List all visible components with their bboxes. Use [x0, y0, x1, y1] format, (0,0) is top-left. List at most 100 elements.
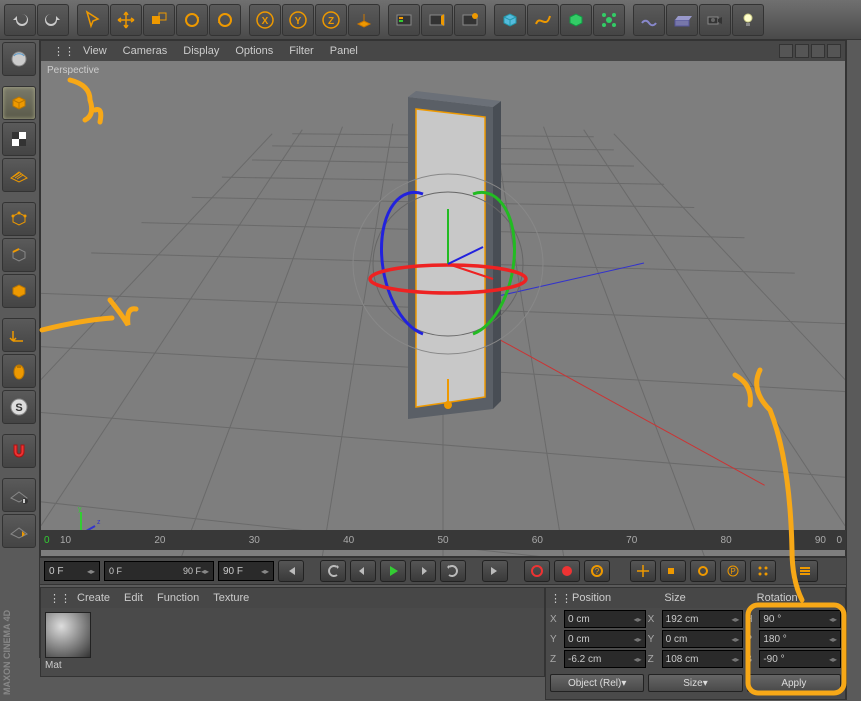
key-scale-button[interactable] — [660, 560, 686, 582]
deformer-button[interactable] — [593, 4, 625, 36]
move-tool[interactable] — [110, 4, 142, 36]
texture-mode-button[interactable] — [2, 122, 36, 156]
next-key-button[interactable] — [440, 560, 466, 582]
redo-button[interactable] — [37, 4, 69, 36]
last-tool[interactable] — [209, 4, 241, 36]
size-mode-dropdown[interactable]: Size ▾ — [648, 674, 742, 692]
floor-button[interactable] — [666, 4, 698, 36]
mat-function-menu[interactable]: Function — [157, 592, 199, 604]
sz-label: Z — [648, 654, 660, 665]
model-mode-button[interactable] — [2, 86, 36, 120]
panel-grip-icon[interactable]: ⋮⋮ — [550, 592, 564, 605]
pos-y-field[interactable]: 0 cm◂▸ — [564, 630, 646, 648]
scale-tool[interactable] — [143, 4, 175, 36]
goto-end-button[interactable] — [482, 560, 508, 582]
mat-create-menu[interactable]: Create — [77, 592, 110, 604]
size-z-field[interactable]: 108 cm◂▸ — [662, 650, 744, 668]
workplane-snap-button[interactable] — [2, 478, 36, 512]
key-pos-button[interactable] — [630, 560, 656, 582]
current-frame-field[interactable]: 0 F◂▸ — [44, 561, 100, 581]
key-pla-button[interactable] — [750, 560, 776, 582]
vp-orbit-icon[interactable] — [811, 44, 825, 58]
rot-h-field[interactable]: 90 °◂▸ — [759, 610, 841, 628]
pos-x-field[interactable]: 0 cm◂▸ — [564, 610, 646, 628]
tweak-mode-button[interactable] — [2, 354, 36, 388]
panel-menu[interactable]: Panel — [330, 45, 358, 57]
top-toolbar: X Y Z — [0, 0, 861, 40]
snap-button[interactable]: S — [2, 390, 36, 424]
pos-z-field[interactable]: -6.2 cm◂▸ — [564, 650, 646, 668]
spline-button[interactable] — [527, 4, 559, 36]
coord-system-button[interactable] — [348, 4, 380, 36]
material-name[interactable]: Mat — [45, 660, 540, 671]
apply-button[interactable]: Apply — [747, 674, 841, 692]
render-view-button[interactable] — [388, 4, 420, 36]
prev-key-button[interactable] — [320, 560, 346, 582]
range-slider[interactable]: 0 F90 F◂▸ — [104, 561, 214, 581]
axis-mode-button[interactable] — [2, 318, 36, 352]
y-label: Y — [550, 634, 562, 645]
coord-mode-dropdown[interactable]: Object (Rel) ▾ — [550, 674, 644, 692]
z-axis-lock[interactable]: Z — [315, 4, 347, 36]
x-axis-lock[interactable]: X — [249, 4, 281, 36]
display-menu[interactable]: Display — [183, 45, 219, 57]
locked-workplane-button[interactable] — [2, 514, 36, 548]
cameras-menu[interactable]: Cameras — [123, 45, 168, 57]
vp-zoom-icon[interactable] — [795, 44, 809, 58]
filter-menu[interactable]: Filter — [289, 45, 313, 57]
key-param-button[interactable]: P — [720, 560, 746, 582]
y-axis-lock[interactable]: Y — [282, 4, 314, 36]
next-frame-button[interactable] — [410, 560, 436, 582]
size-y-field[interactable]: 0 cm◂▸ — [662, 630, 744, 648]
select-tool[interactable] — [77, 4, 109, 36]
record-button[interactable] — [524, 560, 550, 582]
viewport-panel: ⋮⋮ View Cameras Display Options Filter P… — [40, 40, 846, 557]
end-frame-field[interactable]: 90 F◂▸ — [218, 561, 274, 581]
tick: 60 — [532, 535, 543, 546]
material-menu: ⋮⋮ Create Edit Function Texture — [41, 588, 544, 608]
goto-start-button[interactable] — [278, 560, 304, 582]
edge-mode-button[interactable] — [2, 238, 36, 272]
magnet-button[interactable] — [2, 434, 36, 468]
tick: 90 — [815, 535, 826, 546]
play-button[interactable] — [380, 560, 406, 582]
render-picture-button[interactable] — [421, 4, 453, 36]
rot-b-field[interactable]: -90 °◂▸ — [759, 650, 841, 668]
vp-layout-icon[interactable] — [827, 44, 841, 58]
panel-grip-icon[interactable]: ⋮⋮ — [53, 45, 67, 58]
key-rot-button[interactable] — [690, 560, 716, 582]
tick: 80 — [721, 535, 732, 546]
3d-viewport[interactable]: Perspective Grid Spacing : 100 cm — [41, 61, 845, 556]
timeline-ruler[interactable]: 0 10 20 30 40 50 60 70 80 90 0 — [40, 530, 846, 550]
rot-p-field[interactable]: 180 °◂▸ — [759, 630, 841, 648]
view-menu[interactable]: View — [83, 45, 107, 57]
tick: 50 — [437, 535, 448, 546]
workplane-mode-button[interactable] — [2, 158, 36, 192]
vp-pan-icon[interactable] — [779, 44, 793, 58]
timeline-options-button[interactable] — [792, 560, 818, 582]
mat-edit-menu[interactable]: Edit — [124, 592, 143, 604]
camera-button[interactable] — [699, 4, 731, 36]
primitive-button[interactable] — [494, 4, 526, 36]
environment-button[interactable] — [633, 4, 665, 36]
panel-grip-icon[interactable]: ⋮⋮ — [49, 592, 63, 605]
autokey-button[interactable] — [554, 560, 580, 582]
material-thumbnail[interactable] — [45, 612, 91, 658]
prev-frame-button[interactable] — [350, 560, 376, 582]
options-menu[interactable]: Options — [235, 45, 273, 57]
undo-button[interactable] — [4, 4, 36, 36]
size-x-field[interactable]: 192 cm◂▸ — [662, 610, 744, 628]
tick: 40 — [343, 535, 354, 546]
mat-texture-menu[interactable]: Texture — [213, 592, 249, 604]
svg-text:X: X — [262, 16, 269, 27]
viewport-menu: ⋮⋮ View Cameras Display Options Filter P… — [41, 41, 845, 61]
keyframe-sel-button[interactable]: ? — [584, 560, 610, 582]
make-editable-button[interactable] — [2, 42, 36, 76]
svg-text:S: S — [15, 402, 22, 414]
polygon-mode-button[interactable] — [2, 274, 36, 308]
rotate-tool[interactable] — [176, 4, 208, 36]
render-settings-button[interactable] — [454, 4, 486, 36]
light-button[interactable] — [732, 4, 764, 36]
point-mode-button[interactable] — [2, 202, 36, 236]
generator-button[interactable] — [560, 4, 592, 36]
